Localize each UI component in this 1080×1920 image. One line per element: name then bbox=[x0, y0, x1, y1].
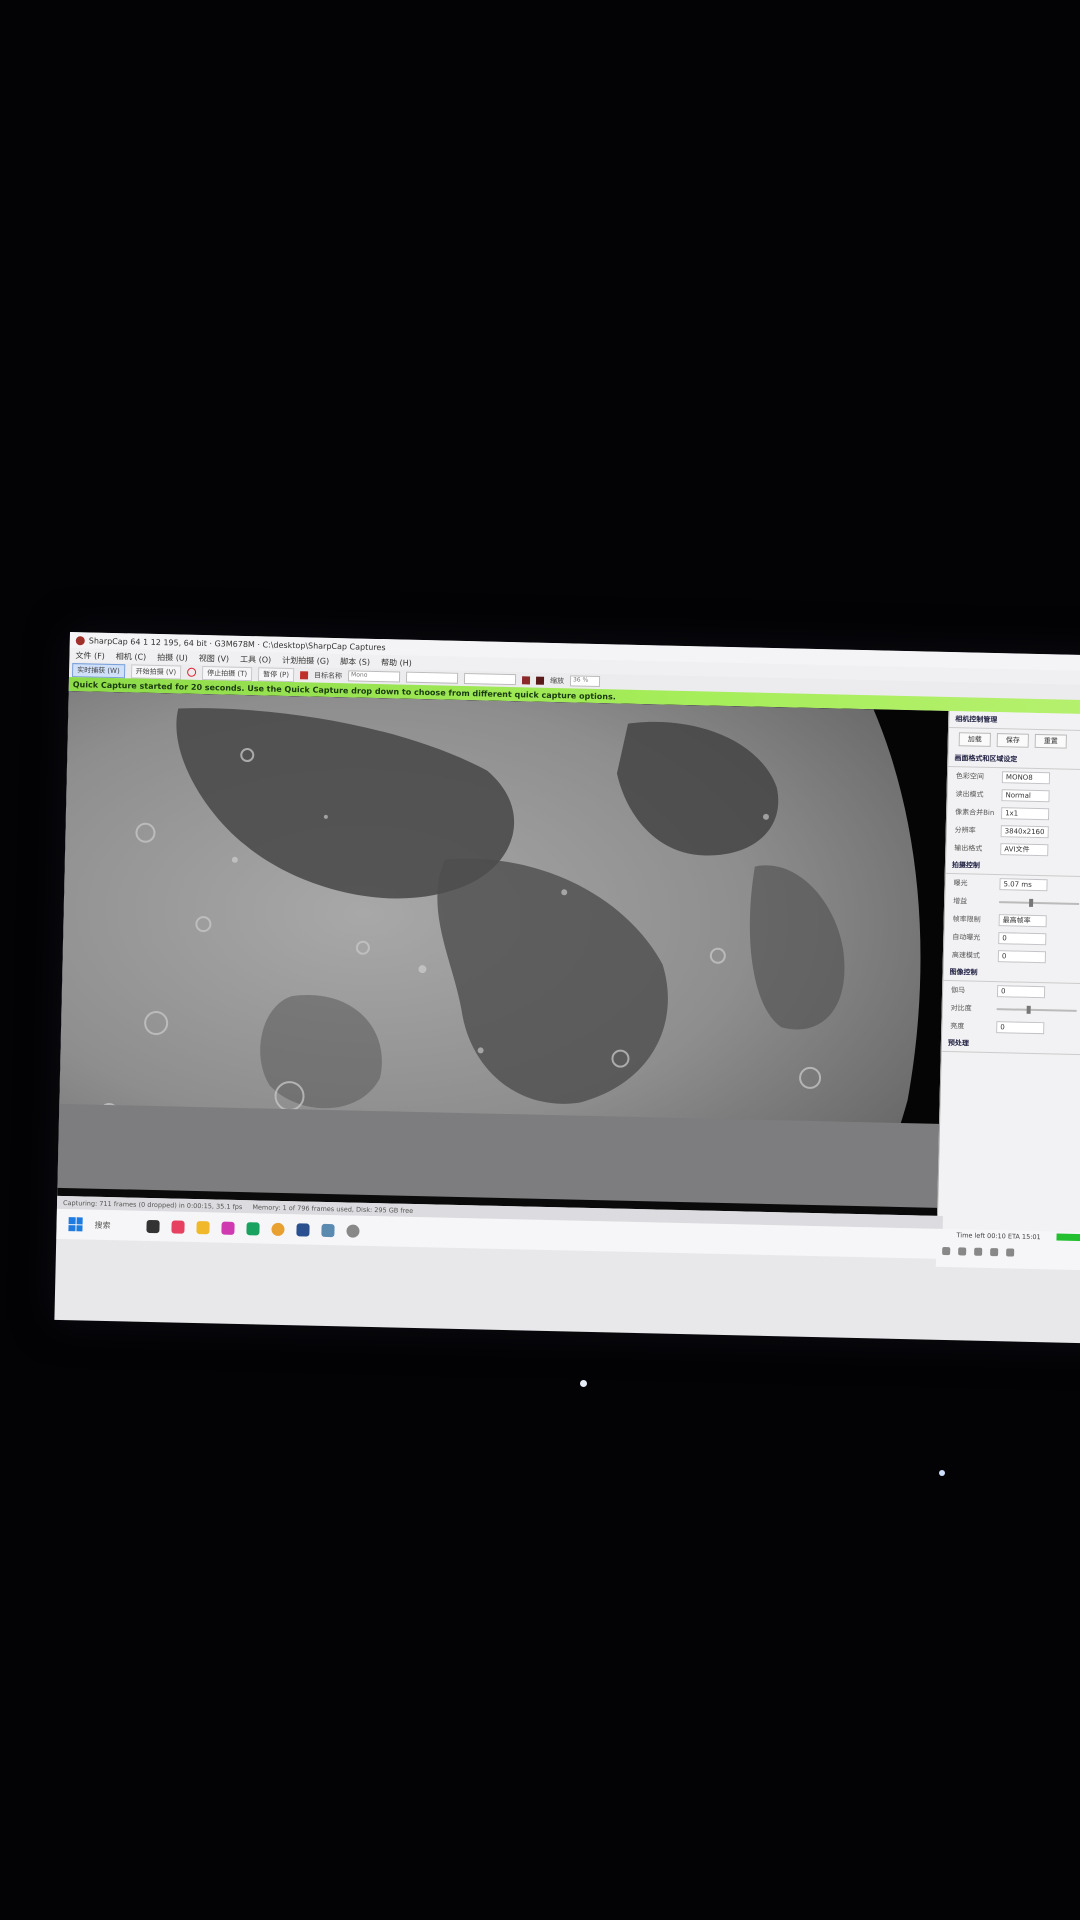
file-explorer-icon[interactable] bbox=[196, 1220, 210, 1234]
capture-progress-bar bbox=[1056, 1233, 1080, 1242]
target-name-label: 目标名称 bbox=[313, 671, 343, 680]
volume-icon[interactable] bbox=[974, 1247, 983, 1256]
color-swatch-icon[interactable] bbox=[535, 676, 545, 685]
app-icon[interactable] bbox=[221, 1221, 235, 1235]
windows-start-icon[interactable] bbox=[68, 1217, 83, 1232]
brightness-input[interactable]: 0 bbox=[996, 1021, 1045, 1035]
menu-help[interactable]: 帮助 (H) bbox=[381, 657, 412, 669]
save-button[interactable]: 保存 bbox=[996, 733, 1029, 748]
taskbar-search[interactable]: 搜索 bbox=[94, 1219, 134, 1231]
app-icon[interactable] bbox=[296, 1222, 310, 1237]
tray-icons bbox=[942, 1246, 1015, 1257]
menu-scripting[interactable]: 脚本 (S) bbox=[340, 656, 370, 668]
record-icon bbox=[187, 667, 197, 677]
monitor-screen: SharpCap 64 1 12 195, 64 bit · G3M678M ·… bbox=[54, 632, 1080, 1344]
row-label: 伽马 bbox=[951, 986, 966, 995]
notification-icon[interactable] bbox=[1006, 1248, 1015, 1257]
row-label: 高速模式 bbox=[951, 951, 980, 960]
row-label: 分辨率 bbox=[954, 826, 976, 835]
network-icon[interactable] bbox=[958, 1247, 967, 1256]
sharpcap-taskbar-icon[interactable] bbox=[346, 1223, 360, 1238]
auto-exposure-input[interactable]: 0 bbox=[998, 932, 1047, 946]
row-label: 输出格式 bbox=[954, 844, 983, 853]
sharpcap-app-icon bbox=[75, 635, 85, 645]
target-icon bbox=[299, 670, 309, 679]
row-label: 像素合并Bin bbox=[955, 808, 995, 818]
row-label: 读出模式 bbox=[955, 790, 984, 799]
stop-capture-button[interactable]: 停止拍摄 (T) bbox=[202, 665, 253, 681]
menu-capture[interactable]: 拍摄 (U) bbox=[157, 651, 188, 663]
battery-icon[interactable] bbox=[990, 1248, 999, 1257]
processing-select[interactable] bbox=[405, 671, 459, 684]
row-label: 自动曝光 bbox=[952, 933, 981, 942]
gain-slider[interactable] bbox=[999, 901, 1080, 905]
color-select[interactable] bbox=[463, 672, 517, 686]
contrast-slider[interactable] bbox=[996, 1008, 1077, 1012]
readout-mode-select[interactable]: Normal bbox=[1001, 789, 1050, 803]
format-select[interactable]: Mono bbox=[347, 670, 401, 683]
row-label: 对比度 bbox=[950, 1004, 972, 1013]
start-capture-button[interactable]: 开始拍摄 (V) bbox=[130, 663, 182, 680]
time-left-status: Time left 00:10 ETA 15:01 bbox=[956, 1231, 1041, 1242]
row-label: 增益 bbox=[953, 897, 968, 906]
gamma-input[interactable]: 0 bbox=[996, 985, 1046, 999]
frame-rate-select[interactable]: 最高帧率 bbox=[998, 914, 1047, 928]
music-app-icon[interactable] bbox=[171, 1219, 185, 1234]
chevron-up-icon[interactable] bbox=[942, 1246, 951, 1256]
app-icon[interactable] bbox=[321, 1223, 335, 1237]
row-label: 色彩空间 bbox=[955, 772, 985, 781]
zoom-select[interactable]: 36 % bbox=[569, 675, 601, 688]
menu-sequencer[interactable]: 计划拍摄 (G) bbox=[282, 654, 329, 666]
exposure-input[interactable]: 5.07 ms bbox=[999, 878, 1048, 892]
chrome-icon[interactable] bbox=[271, 1222, 285, 1236]
load-button[interactable]: 加载 bbox=[958, 732, 991, 747]
binning-select[interactable]: 1x1 bbox=[1000, 807, 1050, 821]
row-label: 亮度 bbox=[950, 1022, 965, 1031]
menu-file[interactable]: 文件 (F) bbox=[75, 650, 105, 662]
memory-status: Memory: 1 of 796 frames used, Disk: 295 … bbox=[252, 1202, 414, 1215]
task-view-icon[interactable] bbox=[146, 1219, 160, 1233]
camera-controls-panel: 相机控制管理 加载 保存 重置 画面格式和区域设定 色彩空间 MONO8 读出模式… bbox=[936, 710, 1080, 1255]
system-tray: Time left 00:10 ETA 15:01 bbox=[935, 1228, 1080, 1271]
menu-view[interactable]: 视图 (V) bbox=[199, 652, 230, 664]
pause-button[interactable]: 暂停 (P) bbox=[258, 666, 295, 682]
zoom-label: 缩放 bbox=[549, 676, 565, 685]
menu-camera[interactable]: 相机 (C) bbox=[116, 651, 147, 663]
light-speck bbox=[580, 1380, 587, 1387]
live-capture-button[interactable]: 实时捕获 (W) bbox=[71, 662, 125, 678]
histogram-icon[interactable] bbox=[521, 675, 531, 684]
section-preprocessing[interactable]: 预处理 bbox=[941, 1034, 1080, 1056]
row-label: 帧率限制 bbox=[952, 915, 981, 924]
colour-space-select[interactable]: MONO8 bbox=[1001, 771, 1051, 785]
light-speck bbox=[939, 1470, 945, 1476]
high-speed-input[interactable]: 0 bbox=[997, 950, 1047, 964]
row-label: 曝光 bbox=[953, 879, 968, 888]
wechat-icon[interactable] bbox=[246, 1221, 260, 1235]
reset-button[interactable]: 重置 bbox=[1034, 733, 1067, 749]
output-format-select[interactable]: AVI文件 bbox=[1000, 843, 1049, 857]
menu-tools[interactable]: 工具 (O) bbox=[240, 653, 271, 665]
resolution-select[interactable]: 3840x2160 bbox=[1000, 825, 1049, 839]
